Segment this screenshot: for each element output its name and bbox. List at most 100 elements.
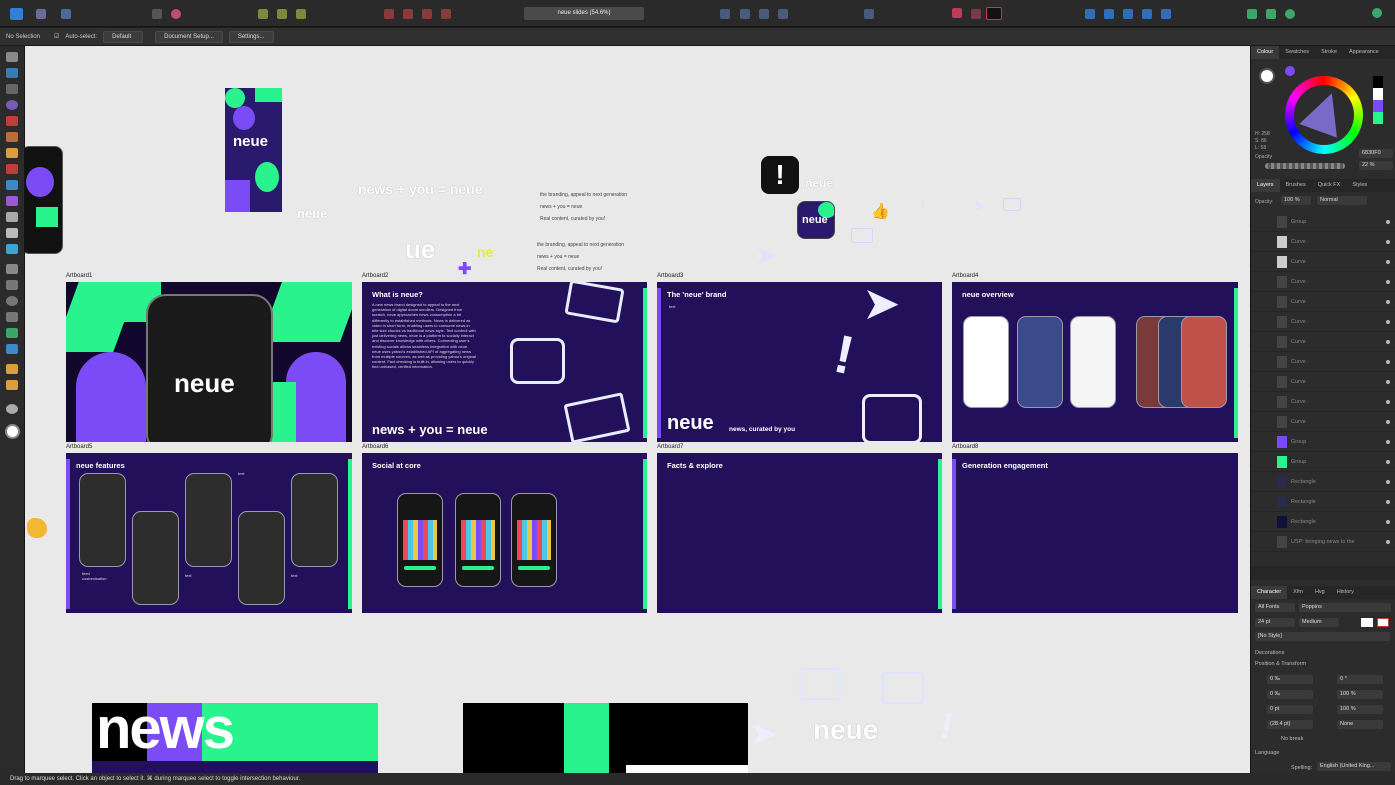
mode-icon[interactable] bbox=[1085, 9, 1095, 19]
yellow-ne-mark[interactable]: ne bbox=[477, 244, 493, 260]
copy-line-2[interactable]: news + you = neue bbox=[540, 204, 582, 210]
layer-row[interactable]: Curve bbox=[1251, 372, 1395, 392]
tab-colour[interactable]: Colour bbox=[1251, 46, 1280, 59]
align-icon[interactable] bbox=[258, 9, 268, 19]
layer-row[interactable]: Curve bbox=[1251, 232, 1395, 252]
layer-row[interactable]: Curve bbox=[1251, 252, 1395, 272]
boolean-icon-4[interactable] bbox=[441, 9, 451, 19]
eraser-tool-icon[interactable] bbox=[6, 228, 18, 238]
shape-tool-icon[interactable] bbox=[6, 312, 18, 322]
document-canvas[interactable]: neue neue news + you = neue ue ✚ ne the … bbox=[25, 46, 1250, 773]
artboard1[interactable]: neue bbox=[66, 282, 352, 442]
chart-icon[interactable] bbox=[61, 9, 71, 19]
bottom-send-icon[interactable]: ➤ bbox=[749, 714, 778, 754]
plus-icon[interactable]: ✚ bbox=[458, 262, 471, 278]
mode-icon-2[interactable] bbox=[1104, 9, 1114, 19]
snap-icon[interactable] bbox=[152, 9, 162, 19]
persona-icon-3[interactable] bbox=[1285, 9, 1295, 19]
no-break-checkbox[interactable]: No break bbox=[1281, 736, 1303, 742]
colour-wheel[interactable] bbox=[1285, 76, 1363, 154]
copy-line-1[interactable]: the branding, appeal to next generation bbox=[540, 192, 627, 198]
auto-select-checkbox[interactable]: ☑ bbox=[54, 33, 59, 40]
layer-row[interactable]: Curve bbox=[1251, 332, 1395, 352]
app-icon[interactable] bbox=[10, 8, 23, 20]
arrange-icon-3[interactable] bbox=[759, 9, 769, 19]
crop-tool-icon[interactable] bbox=[6, 264, 18, 274]
document-tab[interactable]: neue slides (54.6%) bbox=[524, 7, 644, 20]
grid-icon[interactable] bbox=[36, 9, 46, 19]
ellipse-tool-icon[interactable] bbox=[6, 296, 18, 306]
mode-icon-3[interactable] bbox=[1123, 9, 1133, 19]
colour-well[interactable] bbox=[5, 424, 20, 439]
layer-row[interactable]: Group bbox=[1251, 452, 1395, 472]
layer-opacity-field[interactable]: 100 % bbox=[1281, 196, 1311, 205]
align-icon-2[interactable] bbox=[277, 9, 287, 19]
persona-icon-2[interactable] bbox=[1266, 9, 1276, 19]
bottom-book-icon[interactable] bbox=[799, 668, 841, 700]
account-icon[interactable] bbox=[1372, 8, 1382, 18]
tab-history[interactable]: History bbox=[1331, 586, 1360, 599]
layer-row[interactable]: Rectangle bbox=[1251, 512, 1395, 532]
typography-dropdown[interactable]: None bbox=[1337, 720, 1383, 729]
thumb-outline-icon[interactable]: 👍 bbox=[871, 202, 890, 220]
eyedropper-tool-icon[interactable] bbox=[6, 364, 18, 374]
swatch-column[interactable] bbox=[1373, 76, 1383, 124]
artboard3[interactable]: The 'neue' brand text neue news, curated… bbox=[657, 282, 942, 442]
layer-row[interactable]: Curve bbox=[1251, 292, 1395, 312]
eyedropper-icon[interactable] bbox=[1285, 66, 1295, 76]
snapping-magnet-icon[interactable] bbox=[986, 7, 1002, 20]
artboard2[interactable]: What is neue? A new news brand designed … bbox=[362, 282, 647, 442]
layer-row[interactable]: Curve bbox=[1251, 272, 1395, 292]
kerning-field[interactable]: 0 ‰ bbox=[1267, 690, 1313, 699]
bottom-exclaim-icon[interactable]: ! bbox=[936, 705, 957, 750]
text-colour-swatch[interactable] bbox=[1361, 618, 1373, 627]
artboard-tool-icon[interactable] bbox=[6, 68, 18, 78]
font-collection-dropdown[interactable]: All Fonts bbox=[1255, 603, 1295, 612]
layer-row[interactable]: Group bbox=[1251, 432, 1395, 452]
text-tool-icon[interactable] bbox=[6, 344, 18, 354]
neue-app-icon[interactable]: neue bbox=[797, 201, 835, 239]
font-weight-dropdown[interactable]: Medium bbox=[1299, 618, 1339, 627]
position-transform-section[interactable]: Position & Transform bbox=[1255, 661, 1306, 667]
tab-xfm[interactable]: Xfm bbox=[1287, 586, 1309, 599]
rectangle-tool-icon[interactable] bbox=[6, 280, 18, 290]
boolean-icon-3[interactable] bbox=[422, 9, 432, 19]
shape-tool-icon-2[interactable] bbox=[6, 328, 18, 338]
image-tool-icon[interactable] bbox=[6, 244, 18, 254]
send-outline-icon[interactable]: ➤ bbox=[755, 240, 777, 271]
transparency-tool-icon[interactable] bbox=[6, 212, 18, 222]
pen-tool-icon[interactable] bbox=[6, 132, 18, 142]
tracking-field[interactable]: 0 ‰ bbox=[1267, 675, 1313, 684]
artboard6[interactable]: Social at core bbox=[362, 453, 647, 613]
equation-wordmark[interactable]: news + you = neue bbox=[358, 181, 483, 197]
boolean-icon[interactable] bbox=[384, 9, 394, 19]
scale-v-field[interactable]: 100 % bbox=[1337, 705, 1383, 714]
mode-icon-5[interactable] bbox=[1161, 9, 1171, 19]
settings-button[interactable]: Settings... bbox=[228, 30, 274, 43]
spelling-dropdown[interactable]: English (United King... bbox=[1317, 762, 1391, 771]
layer-row[interactable]: Group bbox=[1251, 212, 1395, 232]
black-green-banner[interactable] bbox=[463, 703, 748, 773]
arrange-icon[interactable] bbox=[720, 9, 730, 19]
arrange-icon-4[interactable] bbox=[778, 9, 788, 19]
baseline-field[interactable]: 0 pt bbox=[1267, 705, 1313, 714]
contour-tool-icon[interactable] bbox=[6, 100, 18, 110]
align-icon-3[interactable] bbox=[296, 9, 306, 19]
hex-field[interactable]: 6830F0 bbox=[1359, 149, 1393, 158]
zoom-tool-icon[interactable] bbox=[6, 404, 18, 414]
opacity-slider[interactable] bbox=[1265, 163, 1345, 169]
boolean-icon-2[interactable] bbox=[403, 9, 413, 19]
font-size-field[interactable]: 24 pt bbox=[1255, 618, 1295, 627]
leading-field[interactable]: (28.4 pt) bbox=[1267, 720, 1313, 729]
tab-hvg[interactable]: Hvg bbox=[1309, 586, 1331, 599]
exclamation-app-icon[interactable]: ! bbox=[761, 156, 799, 194]
icon-wordmark[interactable]: neue bbox=[805, 176, 833, 190]
document-setup-button[interactable]: Document Setup... bbox=[155, 30, 223, 43]
opacity-field[interactable]: 22 % bbox=[1359, 161, 1393, 170]
yellow-blob-graphic[interactable] bbox=[27, 518, 47, 538]
snapping-icon-2[interactable] bbox=[971, 9, 981, 19]
language-section[interactable]: Language bbox=[1255, 750, 1279, 756]
fill-swatch-icon[interactable] bbox=[1259, 68, 1275, 84]
blend-mode-dropdown[interactable]: Normal bbox=[1317, 196, 1367, 205]
fill-tool-icon[interactable] bbox=[6, 180, 18, 190]
